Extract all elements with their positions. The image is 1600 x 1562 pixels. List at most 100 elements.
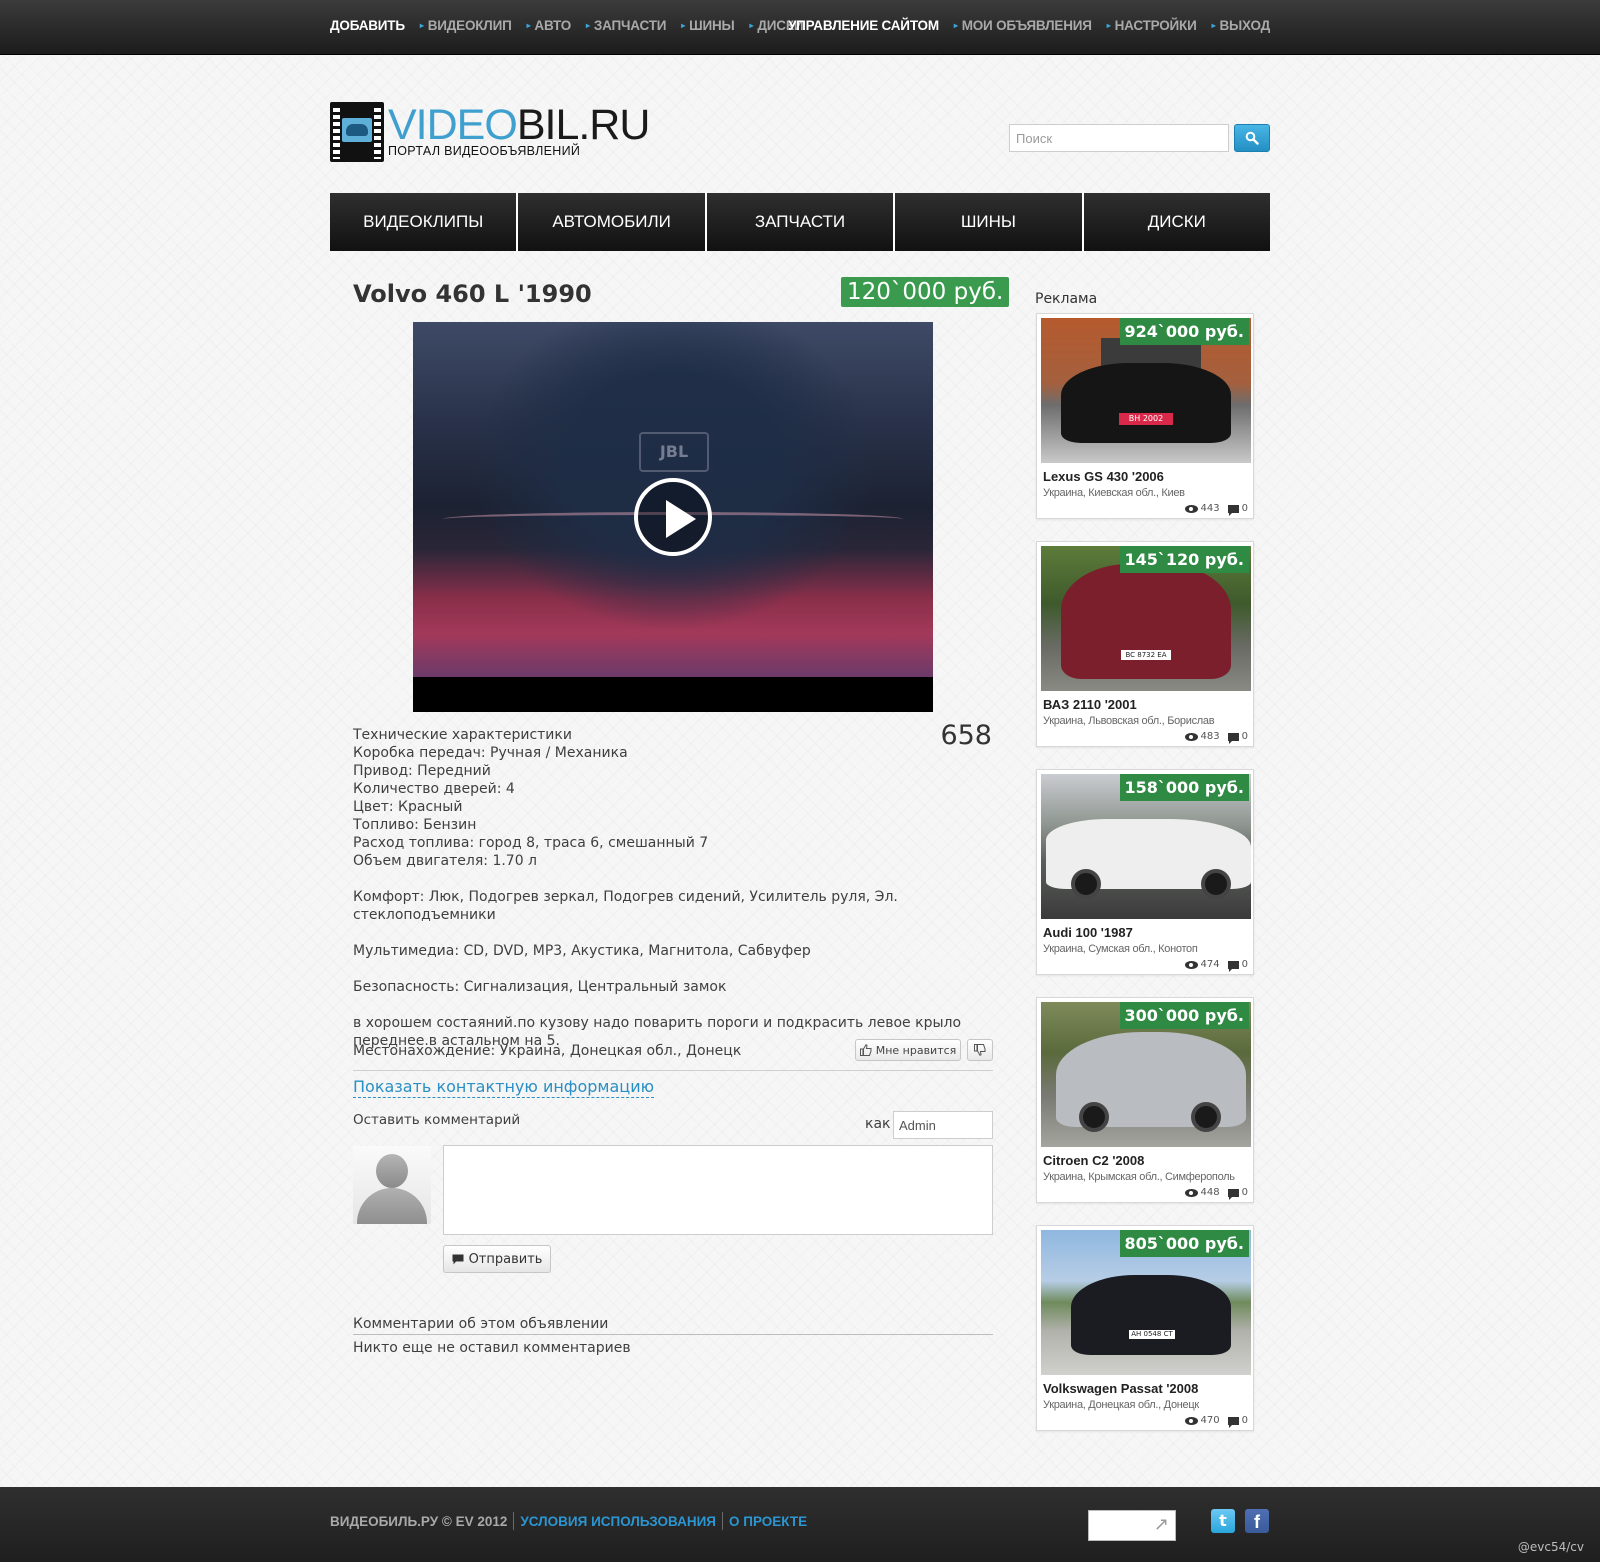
comment-form-label: Оставить комментарий <box>353 1112 521 1128</box>
spec-line: Комфорт: Люк, Подогрев зеркал, Подогрев … <box>353 889 898 923</box>
like-button[interactable]: Мне нравится <box>855 1039 961 1061</box>
comment-icon <box>1227 504 1239 516</box>
topnav-add[interactable]: ДОБАВИТЬ <box>330 18 405 33</box>
spec-line: в хорошем состаяний.по кузову надо повар… <box>353 1015 962 1031</box>
divider <box>353 1334 993 1335</box>
spec-line <box>353 870 993 888</box>
divider <box>722 1512 723 1530</box>
comment-icon <box>1227 1188 1239 1200</box>
spec-line: Мультимедиа: CD, DVD, MP3, Акустика, Маг… <box>353 943 811 959</box>
spec-line: Цвет: Красный <box>353 799 463 815</box>
footer-terms-link[interactable]: УСЛОВИЯ ИСПОЛЬЗОВАНИЯ <box>520 1514 716 1529</box>
footer-about-link[interactable]: О ПРОЕКТЕ <box>729 1514 807 1529</box>
plate: AH 0548 CT <box>1129 1330 1175 1339</box>
ad-name[interactable]: Lexus GS 430 '2006 <box>1043 469 1164 484</box>
menu-cars[interactable]: АВТОМОБИЛИ <box>518 193 705 251</box>
topnav-tires[interactable]: ▸ ШИНЫ <box>681 18 734 33</box>
eye-icon <box>1184 960 1198 969</box>
ad-stats: 483 0 <box>1184 731 1248 744</box>
twitter-icon[interactable]: t <box>1211 1509 1235 1533</box>
film-strip-icon <box>330 102 384 162</box>
ad-location: Украина, Крымская обл., Симферополь <box>1043 1171 1235 1183</box>
spec-line: Количество дверей: 4 <box>353 781 515 797</box>
comment-icon <box>1227 1416 1239 1428</box>
ad-views: 448 <box>1200 1187 1220 1198</box>
menu-parts[interactable]: ЗАПЧАСТИ <box>706 193 894 251</box>
ad-name[interactable]: ВАЗ 2110 '2001 <box>1043 697 1137 712</box>
ad-price: 300`000 руб. <box>1119 1002 1249 1029</box>
spec-line: Расход топлива: город 8, траса 6, смешан… <box>353 835 709 851</box>
eye-icon <box>1184 1416 1198 1425</box>
site-logo[interactable]: VIDEOBIL.RU ПОРТАЛ ВИДЕООБЪЯВЛЕНИЙ <box>330 102 650 162</box>
listing-title: Volvo 460 L '1990 <box>353 280 592 308</box>
topnav-my-ads[interactable]: ▸ МОИ ОБЪЯВЛЕНИЯ <box>954 18 1092 33</box>
ad-card[interactable]: 300`000 руб. Citroen C2 '2008 Украина, К… <box>1036 997 1254 1203</box>
ad-card[interactable]: BC 8732 EA 145`120 руб. ВАЗ 2110 '2001 У… <box>1036 541 1254 747</box>
topnav-parts-label: ЗАПЧАСТИ <box>593 18 667 33</box>
footer-links: ВИДЕОБИЛЬ.РУ © EV 2012 УСЛОВИЯ ИСПОЛЬЗОВ… <box>330 1512 807 1530</box>
ad-comments: 0 <box>1241 503 1248 514</box>
top-nav-right: УПРАВЛЕНИЕ САЙТОМ ▸ МОИ ОБЪЯВЛЕНИЯ ▸ НАСТР… <box>788 18 1270 33</box>
ad-comments: 0 <box>1241 1187 1248 1198</box>
ad-stats: 474 0 <box>1184 959 1248 972</box>
facebook-icon[interactable]: f <box>1245 1509 1269 1533</box>
send-label: Отправить <box>468 1251 543 1267</box>
topnav-videoclip-label: ВИДЕОКЛИП <box>427 18 512 33</box>
ad-name[interactable]: Audi 100 '1987 <box>1043 925 1133 940</box>
arrow-icon: ▸ <box>419 21 424 30</box>
visitor-counter[interactable]: ↗ <box>1088 1510 1176 1541</box>
ad-card[interactable]: AH 0548 CT 805`000 руб. Volkswagen Passa… <box>1036 1225 1254 1431</box>
divider <box>513 1512 515 1530</box>
spec-line: Привод: Передний <box>353 763 491 779</box>
ad-comments: 0 <box>1241 959 1248 970</box>
listing-price: 120`000 руб. <box>841 277 1010 307</box>
comment-textarea[interactable] <box>443 1145 993 1235</box>
plate: BC 8732 EA <box>1121 650 1171 660</box>
show-contact-link[interactable]: Показать контактную информацию <box>353 1077 655 1098</box>
topnav-auto[interactable]: ▸ АВТО <box>526 18 572 33</box>
listing-specs: Технические характеристики Коробка перед… <box>353 726 993 1050</box>
search-button[interactable] <box>1234 124 1270 152</box>
ad-name[interactable]: Volkswagen Passat '2008 <box>1043 1381 1198 1396</box>
topnav-site-admin[interactable]: УПРАВЛЕНИЕ САЙТОМ <box>788 18 939 33</box>
menu-wheels[interactable]: ДИСКИ <box>1083 193 1271 251</box>
ad-views: 483 <box>1200 731 1220 742</box>
topnav-logout[interactable]: ▸ ВЫХОД <box>1211 18 1271 33</box>
ad-card[interactable]: BH 2002 924`000 руб. Lexus GS 430 '2006 … <box>1036 313 1254 519</box>
ad-card[interactable]: 158`000 руб. Audi 100 '1987 Украина, Сум… <box>1036 769 1254 975</box>
ad-location: Украина, Киевская обл., Киев <box>1043 487 1185 499</box>
menu-tires[interactable]: ШИНЫ <box>895 193 1082 251</box>
comment-icon <box>1227 960 1239 972</box>
ad-price: 158`000 руб. <box>1119 774 1249 801</box>
comment-icon <box>452 1254 464 1264</box>
dislike-button[interactable] <box>967 1039 993 1061</box>
ad-stats: 470 0 <box>1184 1415 1248 1428</box>
search-input[interactable] <box>1009 124 1229 152</box>
arrow-icon: ▸ <box>953 21 958 30</box>
eye-icon <box>1184 732 1198 741</box>
ad-name[interactable]: Citroen C2 '2008 <box>1043 1153 1144 1168</box>
video-player[interactable]: JBL <box>413 322 933 712</box>
topnav-settings[interactable]: ▸ НАСТРОЙКИ <box>1107 18 1197 33</box>
main-menu: ВИДЕОКЛИПЫ АВТОМОБИЛИ ЗАПЧАСТИ ШИНЫ ДИСК… <box>330 193 1271 251</box>
spec-line <box>353 924 993 942</box>
like-label: Мне нравится <box>875 1043 957 1057</box>
play-icon[interactable] <box>634 478 712 556</box>
topnav-videoclip[interactable]: ▸ ВИДЕОКЛИП <box>420 18 512 33</box>
arrow-icon: ▸ <box>749 21 754 30</box>
topnav-parts[interactable]: ▸ ЗАПЧАСТИ <box>586 18 666 33</box>
ad-stats: 443 0 <box>1184 503 1248 516</box>
menu-videoclips[interactable]: ВИДЕОКЛИПЫ <box>330 193 517 251</box>
arrow-icon: ▸ <box>1211 21 1216 30</box>
thumbs-down-icon <box>974 1044 986 1056</box>
spec-line <box>353 960 993 978</box>
watermark: @evc54/cv <box>1517 1540 1584 1554</box>
logo-subtitle: ПОРТАЛ ВИДЕООБЪЯВЛЕНИЙ <box>388 144 581 158</box>
ad-price: 924`000 руб. <box>1119 318 1249 345</box>
arrow-icon: ▸ <box>526 21 531 30</box>
topnav-my-ads-label: МОИ ОБЪЯВЛЕНИЯ <box>961 18 1092 33</box>
user-icon <box>376 1154 408 1188</box>
comment-author-input[interactable] <box>893 1111 993 1139</box>
ad-price: 805`000 руб. <box>1119 1230 1249 1257</box>
send-comment-button[interactable]: Отправить <box>443 1245 551 1273</box>
